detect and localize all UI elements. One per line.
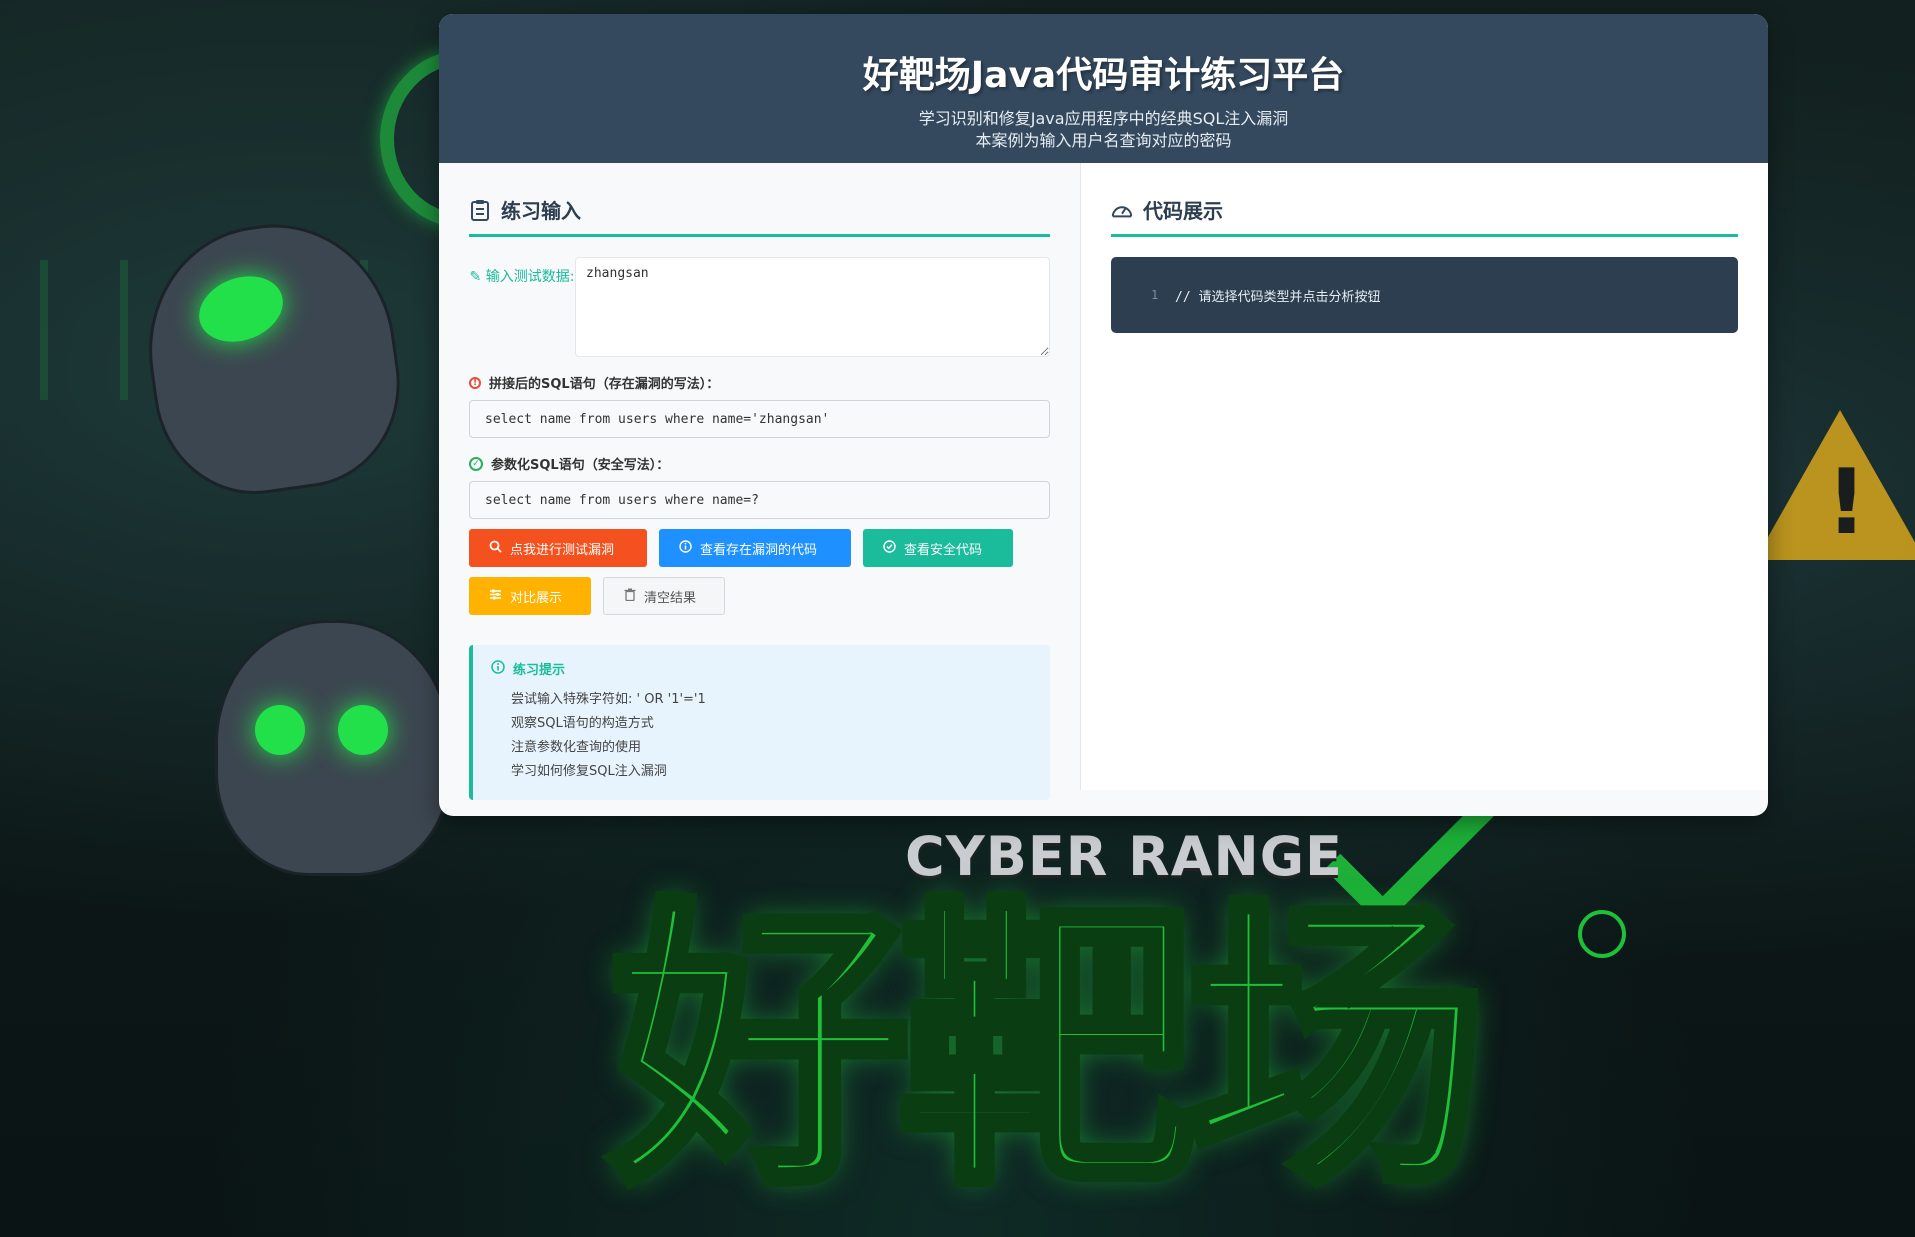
tip-item: 观察SQL语句的构造方式 (511, 716, 654, 731)
tip-item: 学习如何修复SQL注入漏洞 (511, 764, 667, 779)
registered-mark-decoration (1578, 910, 1626, 958)
test-input-label: ✎ 输入测试数据: (469, 257, 575, 357)
action-buttons-row-1: 点我进行测试漏洞 查看存在漏洞的代码 查看安全代码 (469, 529, 1050, 567)
glowing-eye-decoration (338, 705, 388, 755)
page-header: 好靶场Java代码审计练习平台 学习识别和修复Java应用程序中的经典SQL注入… (439, 14, 1768, 163)
clear-results-button[interactable]: 清空结果 (603, 577, 725, 615)
error-icon: ! (469, 376, 481, 389)
view-safe-code-button[interactable]: 查看安全代码 (863, 529, 1013, 567)
code-section-title: 代码展示 (1111, 195, 1738, 237)
skull-decoration (215, 620, 451, 876)
page-subtitle: 学习识别和修复Java应用程序中的经典SQL注入漏洞 本案例为输入用户名查询对应… (439, 108, 1768, 152)
tips-title-text: 练习提示 (513, 663, 566, 678)
test-data-input[interactable] (575, 257, 1050, 357)
code-display: 1 // 请选择代码类型并点击分析按钮 (1111, 257, 1738, 333)
sliders-icon (489, 588, 502, 605)
practice-section-title: 练习输入 (469, 195, 1050, 237)
view-vuln-code-button-label: 查看存在漏洞的代码 (700, 542, 818, 558)
line-number: 1 (1151, 288, 1159, 302)
safe-sql-label-text: 参数化SQL语句（安全写法）： (491, 458, 670, 473)
brand-logo: 好靶场 (605, 875, 1491, 1224)
tips-title: 练习提示 (491, 659, 1032, 678)
trash-icon (624, 588, 636, 605)
main-card: 好靶场Java代码审计练习平台 学习识别和修复Java应用程序中的经典SQL注入… (439, 14, 1768, 816)
compare-button[interactable]: 对比展示 (469, 577, 591, 615)
test-vuln-button[interactable]: 点我进行测试漏洞 (469, 529, 647, 567)
tip-item: 尝试输入特殊字符如: ' OR '1'='1 (511, 692, 706, 707)
subtitle-line-2: 本案例为输入用户名查询对应的密码 (975, 131, 1232, 150)
page-title: 好靶场Java代码审计练习平台 (862, 55, 1345, 96)
subtitle-line-1: 学习识别和修复Java应用程序中的经典SQL注入漏洞 (918, 109, 1289, 128)
test-input-row: ✎ 输入测试数据: (469, 257, 1050, 357)
info-circle-icon (491, 659, 505, 678)
warning-sign-decoration (1755, 410, 1915, 560)
code-text: // 请选择代码类型并点击分析按钮 (1175, 289, 1381, 305)
info-circle-icon (679, 539, 692, 557)
view-vuln-code-button[interactable]: 查看存在漏洞的代码 (659, 529, 851, 567)
clipboard-icon (469, 199, 491, 221)
check-circle-icon (883, 539, 896, 557)
practice-section-label: 练习输入 (501, 199, 581, 223)
safe-sql-output: select name from users where name=? (469, 481, 1050, 519)
safe-sql-label: ✓ 参数化SQL语句（安全写法）： (469, 454, 1050, 473)
check-circle-icon: ✓ (469, 456, 483, 471)
tip-item: 注意参数化查询的使用 (511, 740, 642, 755)
glowing-eye-decoration (255, 705, 305, 755)
practice-tips-box: 练习提示 尝试输入特殊字符如: ' OR '1'='1 观察SQL语句的构造方式… (469, 645, 1050, 800)
tips-list: 尝试输入特殊字符如: ' OR '1'='1 观察SQL语句的构造方式 注意参数… (491, 688, 1032, 784)
practice-panel: 练习输入 ✎ 输入测试数据: ! 拼接后的SQL语句（存在漏洞的写法）： sel… (439, 163, 1081, 800)
clear-results-button-label: 清空结果 (644, 590, 697, 606)
code-panel: 代码展示 1 // 请选择代码类型并点击分析按钮 (1081, 163, 1768, 790)
vuln-sql-label: ! 拼接后的SQL语句（存在漏洞的写法）： (469, 373, 1050, 392)
compare-button-label: 对比展示 (510, 590, 563, 606)
test-input-label-text: 输入测试数据: (485, 269, 575, 285)
action-buttons-row-2: 对比展示 清空结果 (469, 577, 1050, 615)
vuln-sql-label-text: 拼接后的SQL语句（存在漏洞的写法）： (489, 377, 720, 392)
gauge-icon (1111, 199, 1133, 221)
skull-decoration (132, 209, 414, 507)
pencil-icon: ✎ (469, 269, 482, 285)
view-safe-code-button-label: 查看安全代码 (904, 542, 983, 558)
search-icon (489, 540, 502, 557)
code-section-label: 代码展示 (1143, 199, 1223, 223)
vuln-sql-output: select name from users where name='zhang… (469, 400, 1050, 438)
test-vuln-button-label: 点我进行测试漏洞 (510, 542, 615, 558)
